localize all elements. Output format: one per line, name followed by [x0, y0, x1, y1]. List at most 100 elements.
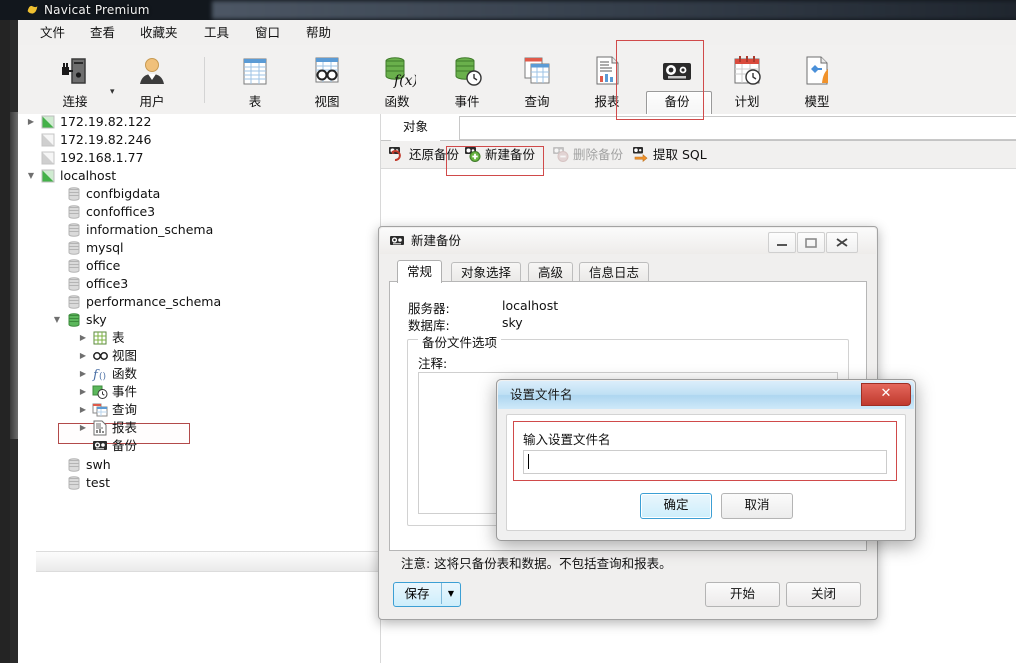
- toolbar-label-schedule: 计划: [734, 94, 760, 109]
- ok-button[interactable]: 确定: [640, 493, 712, 519]
- user-icon: [121, 49, 183, 93]
- toolbar-label-report: 报表: [594, 94, 620, 109]
- query-icon: [92, 402, 108, 418]
- toolbar-button-event[interactable]: 事件: [436, 49, 498, 111]
- database-value: sky: [502, 315, 523, 330]
- toolbar-label-user: 用户: [139, 94, 165, 109]
- menu-window[interactable]: 窗口: [255, 24, 280, 41]
- server-connected-icon: [40, 168, 56, 184]
- new-backup-icon: [465, 146, 481, 162]
- object-tabstrip: 对象: [381, 114, 1016, 141]
- tree-label: 报表: [112, 420, 138, 435]
- report-icon: [92, 420, 108, 436]
- dialog-close-button[interactable]: [826, 232, 858, 253]
- tree-label: confbigdata: [86, 186, 161, 201]
- chevron-down-icon[interactable]: ▾: [110, 87, 115, 97]
- table-icon: [224, 49, 286, 93]
- tab-advanced[interactable]: 高级: [528, 262, 574, 283]
- svg-text:(): (): [99, 371, 106, 382]
- set-filename-modal[interactable]: 设置文件名 ✕ 输入设置文件名 确定 取消: [496, 379, 916, 541]
- toolbar-button-table[interactable]: 表: [224, 49, 286, 111]
- tab-object-select[interactable]: 对象选择: [451, 262, 522, 283]
- tree-label: information_schema: [86, 222, 214, 237]
- chevron-down-icon[interactable]: ▼: [441, 583, 460, 604]
- dialog-hint-text: 注意: 这将只备份表和数据。不包括查询和报表。: [401, 556, 672, 571]
- desktop-background-edge: [0, 0, 10, 663]
- expand-arrow-icon[interactable]: ▶: [26, 113, 36, 131]
- table-icon: [92, 330, 108, 346]
- cancel-button[interactable]: 取消: [721, 493, 793, 519]
- toolbar-button-connection[interactable]: 连接: [44, 49, 106, 111]
- server-offline-icon: [40, 150, 56, 166]
- database-gray-icon: [66, 475, 82, 491]
- toolbar-button-model[interactable]: 模型: [786, 49, 848, 111]
- restore-backup-icon: [389, 146, 405, 162]
- toolbar-button-query[interactable]: 查询: [506, 49, 568, 111]
- tab-general[interactable]: 常规: [397, 260, 443, 283]
- menu-file[interactable]: 文件: [40, 24, 65, 41]
- expand-arrow-icon[interactable]: ▶: [78, 401, 88, 419]
- model-icon: [786, 49, 848, 93]
- tree-label: 备份: [112, 438, 138, 453]
- menu-favorites[interactable]: 收藏夹: [140, 24, 178, 41]
- backup-icon: [92, 438, 108, 454]
- connection-tree-sidebar[interactable]: ▶ 172.19.82.122 172.19.82.246 192.168.1.…: [18, 114, 381, 663]
- comment-label: 注释:: [418, 356, 448, 371]
- tree-label: 视图: [112, 348, 138, 363]
- tab-info-log[interactable]: 信息日志: [579, 262, 650, 283]
- expand-arrow-icon[interactable]: ▶: [78, 329, 88, 347]
- tree-label: swh: [86, 457, 111, 472]
- tree-selection-highlight: [36, 551, 380, 572]
- start-button[interactable]: 开始: [705, 582, 780, 607]
- connection-icon: [44, 49, 106, 93]
- database-gray-icon: [66, 204, 82, 220]
- modal-close-button[interactable]: ✕: [861, 383, 911, 406]
- collapse-arrow-icon[interactable]: ▼: [26, 167, 36, 185]
- view-icon: [296, 49, 358, 93]
- toolbar-button-function[interactable]: f(x) 函数: [366, 49, 428, 111]
- database-green-icon: [66, 312, 82, 328]
- dialog-maximize-button[interactable]: [797, 232, 825, 253]
- maximize-icon: [798, 233, 824, 252]
- toolbar-button-user[interactable]: 用户: [121, 49, 183, 111]
- database-gray-icon: [66, 276, 82, 292]
- filename-input[interactable]: [523, 450, 887, 474]
- object-toolbar: 还原备份 新建备份 删除备份 提取 SQL: [381, 141, 1016, 169]
- extract-sql-label: 提取 SQL: [653, 147, 707, 162]
- collapse-arrow-icon[interactable]: ▼: [52, 311, 62, 329]
- toolbar-label-connection: 连接: [62, 94, 88, 109]
- tree-label: office: [86, 258, 121, 273]
- database-gray-icon: [66, 294, 82, 310]
- toolbar-label-event: 事件: [454, 94, 480, 109]
- dialog-footer: 保存 ▼ 开始 关闭: [379, 571, 877, 619]
- toolbar-button-report[interactable]: 报表: [576, 49, 638, 111]
- menu-tools[interactable]: 工具: [204, 24, 229, 41]
- save-button[interactable]: 保存 ▼: [393, 582, 461, 607]
- save-button-label: 保存: [404, 586, 430, 601]
- toolbar-label-query: 查询: [524, 94, 550, 109]
- tree-label: 172.19.82.246: [60, 132, 152, 147]
- menu-help[interactable]: 帮助: [306, 24, 331, 41]
- menu-view[interactable]: 查看: [90, 24, 115, 41]
- window-titlebar: Navicat Premium: [0, 0, 1016, 20]
- toolbar-label-model: 模型: [804, 94, 830, 109]
- view-icon: [92, 348, 108, 364]
- expand-arrow-icon[interactable]: ▶: [78, 365, 88, 383]
- tree-label: 函数: [112, 366, 138, 381]
- server-connected-icon: [40, 114, 56, 130]
- close-button[interactable]: 关闭: [786, 582, 861, 607]
- tab-object[interactable]: 对象: [391, 114, 441, 141]
- report-icon: [576, 49, 638, 93]
- toolbar-button-schedule[interactable]: 计划: [716, 49, 778, 111]
- delete-backup-icon: [553, 146, 569, 162]
- toolbar-button-view[interactable]: 视图: [296, 49, 358, 111]
- dialog-minimize-button[interactable]: [768, 232, 796, 253]
- tree-label: 事件: [112, 384, 138, 399]
- toolbar-button-backup[interactable]: 备份: [646, 49, 708, 111]
- minimize-icon: [769, 233, 795, 252]
- new-backup-label: 新建备份: [485, 147, 536, 162]
- expand-arrow-icon[interactable]: ▶: [78, 383, 88, 401]
- expand-arrow-icon[interactable]: ▶: [78, 347, 88, 365]
- tree-label: mysql: [86, 240, 124, 255]
- expand-arrow-icon[interactable]: ▶: [78, 419, 88, 437]
